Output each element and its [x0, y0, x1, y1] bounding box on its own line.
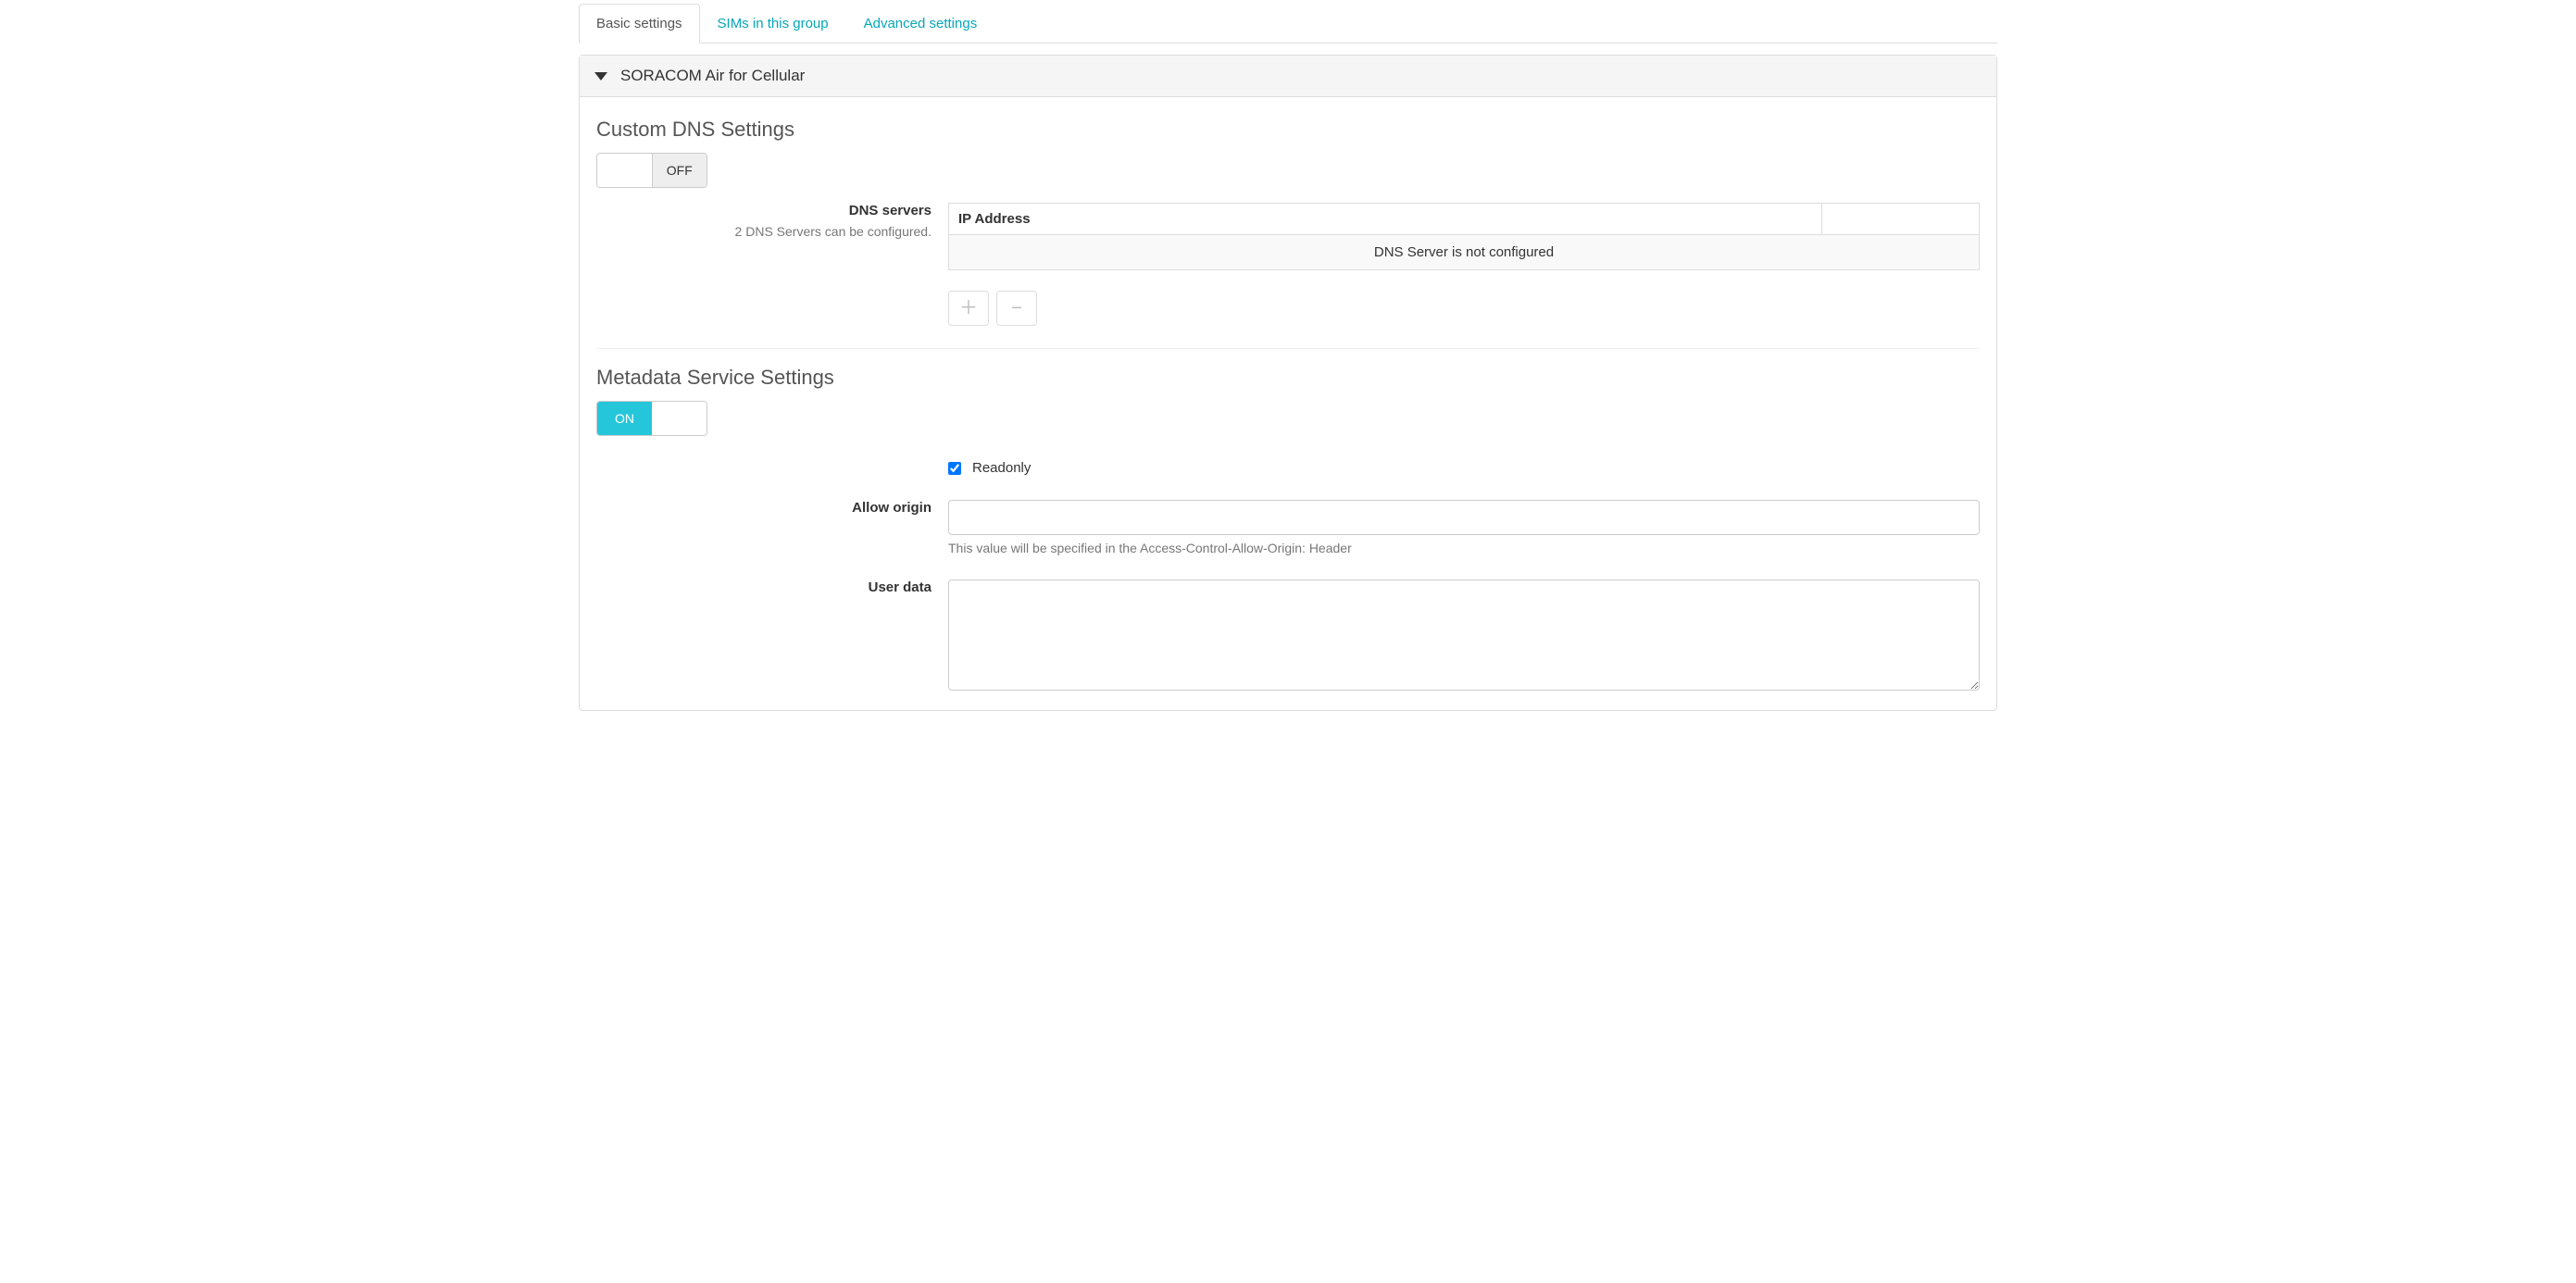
section-divider — [596, 348, 1980, 349]
toggle-custom-dns[interactable]: OFF — [596, 153, 707, 188]
tab-basic-settings[interactable]: Basic settings — [579, 4, 700, 44]
help-allow-origin: This value will be specified in the Acce… — [948, 541, 1980, 555]
remove-dns-server-button[interactable]: − — [996, 291, 1037, 326]
tab-sims-in-group[interactable]: SIMs in this group — [700, 4, 846, 44]
dns-table-header-actions — [1822, 204, 1980, 235]
section-title-dns: Custom DNS Settings — [596, 118, 1980, 142]
dns-table-empty: DNS Server is not configured — [949, 235, 1980, 270]
tab-bar: Basic settings SIMs in this group Advanc… — [579, 4, 1997, 44]
toggle-metadata-service[interactable]: ON — [596, 401, 707, 436]
chevron-down-icon — [594, 72, 607, 81]
readonly-checkbox-row[interactable]: Readonly — [948, 460, 1980, 476]
toggle-custom-dns-blank — [597, 154, 652, 187]
accordion-title: SORACOM Air for Cellular — [620, 67, 805, 85]
dns-table-header-ip: IP Address — [949, 204, 1822, 235]
toggle-metadata-on-label: ON — [597, 402, 652, 435]
toggle-custom-dns-off-label: OFF — [652, 154, 707, 187]
readonly-label: Readonly — [972, 460, 1031, 476]
section-title-metadata: Metadata Service Settings — [596, 366, 1980, 390]
panel-body: Custom DNS Settings OFF DNS servers 2 DN… — [580, 97, 1996, 710]
dns-servers-table: IP Address DNS Server is not configured — [948, 203, 1980, 270]
toggle-metadata-blank — [652, 402, 707, 435]
hint-dns-servers: 2 DNS Servers can be configured. — [596, 224, 932, 239]
user-data-textarea[interactable] — [948, 579, 1980, 691]
minus-icon: − — [1011, 299, 1022, 318]
label-allow-origin: Allow origin — [596, 500, 932, 516]
add-dns-server-button[interactable]: ＋ — [948, 291, 989, 326]
allow-origin-input[interactable] — [948, 500, 1980, 535]
accordion-header-soracom-air[interactable]: SORACOM Air for Cellular — [580, 56, 1996, 97]
plus-icon: ＋ — [959, 299, 978, 318]
accordion-soracom-air: SORACOM Air for Cellular Custom DNS Sett… — [579, 55, 1997, 711]
tab-advanced-settings[interactable]: Advanced settings — [846, 4, 995, 44]
label-user-data: User data — [596, 579, 932, 595]
readonly-checkbox[interactable] — [948, 462, 961, 475]
label-dns-servers: DNS servers — [596, 203, 932, 218]
